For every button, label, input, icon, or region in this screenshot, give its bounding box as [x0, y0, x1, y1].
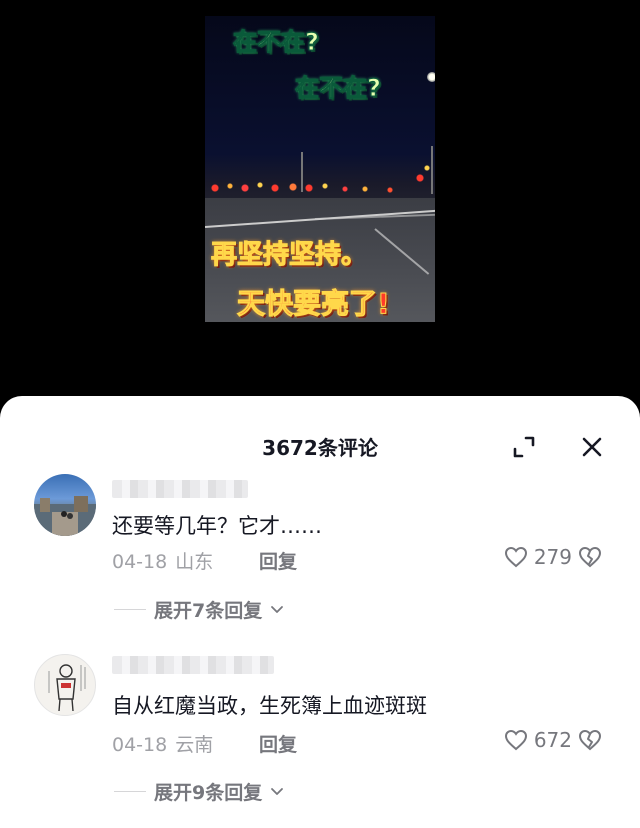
- broken-heart-icon[interactable]: [578, 546, 602, 568]
- video-frame[interactable]: 在不在? 在不在? 再坚持坚持。 天快要亮了!: [205, 16, 435, 322]
- comment-sheet: 3672条评论 还要等几年？它才…… 04-18 山东 回复 279 展开7条回…: [0, 396, 640, 828]
- video-caption-3: 再坚持坚持。: [210, 240, 368, 271]
- chevron-down-icon: [271, 605, 284, 613]
- close-icon: [582, 437, 602, 457]
- comment-date: 04-18: [112, 551, 168, 573]
- avatar-image: [48, 664, 86, 712]
- username[interactable]: [112, 480, 248, 498]
- like-count: 672: [533, 728, 572, 752]
- street-lamp: [431, 146, 433, 194]
- expand-replies-label: 展开9条回复: [154, 782, 263, 804]
- avatar-image: [34, 496, 96, 536]
- street-lamp: [301, 152, 303, 192]
- divider: [114, 609, 146, 610]
- comment-text: 自从红魔当政，生死簿上血迹斑斑: [112, 694, 427, 718]
- comment-date: 04-18: [112, 734, 168, 756]
- username[interactable]: [112, 656, 274, 674]
- comment-text: 还要等几年？它才……: [112, 514, 322, 538]
- expand-replies-button[interactable]: 展开9条回复: [114, 778, 284, 805]
- close-sheet-button[interactable]: [579, 434, 605, 460]
- like-area: 279: [504, 545, 602, 569]
- video-caption-1: 在不在?: [233, 28, 320, 57]
- video-caption-2: 在不在?: [295, 74, 382, 103]
- comment-meta: 04-18 山东: [112, 547, 213, 574]
- comment-meta: 04-18 云南: [112, 730, 213, 757]
- comment-location: 云南: [175, 734, 214, 756]
- chevron-down-icon: [271, 787, 284, 795]
- city-lights: [205, 158, 435, 198]
- expand-icon: [513, 436, 535, 458]
- avatar[interactable]: [34, 654, 96, 716]
- comment-location: 山东: [175, 551, 214, 573]
- reply-button[interactable]: 回复: [259, 730, 297, 757]
- moon: [427, 72, 435, 82]
- comment-count-title: 3672条评论: [262, 436, 378, 460]
- avatar[interactable]: [34, 474, 96, 536]
- heart-icon[interactable]: [504, 546, 528, 568]
- expand-sheet-button[interactable]: [511, 434, 537, 460]
- like-area: 672: [504, 728, 602, 752]
- expand-replies-button[interactable]: 展开7条回复: [114, 596, 284, 623]
- like-count: 279: [533, 545, 572, 569]
- divider: [114, 791, 146, 792]
- broken-heart-icon[interactable]: [578, 729, 602, 751]
- reply-button[interactable]: 回复: [259, 547, 297, 574]
- video-caption-4: 天快要亮了!: [237, 287, 391, 321]
- expand-replies-label: 展开7条回复: [154, 600, 263, 622]
- heart-icon[interactable]: [504, 729, 528, 751]
